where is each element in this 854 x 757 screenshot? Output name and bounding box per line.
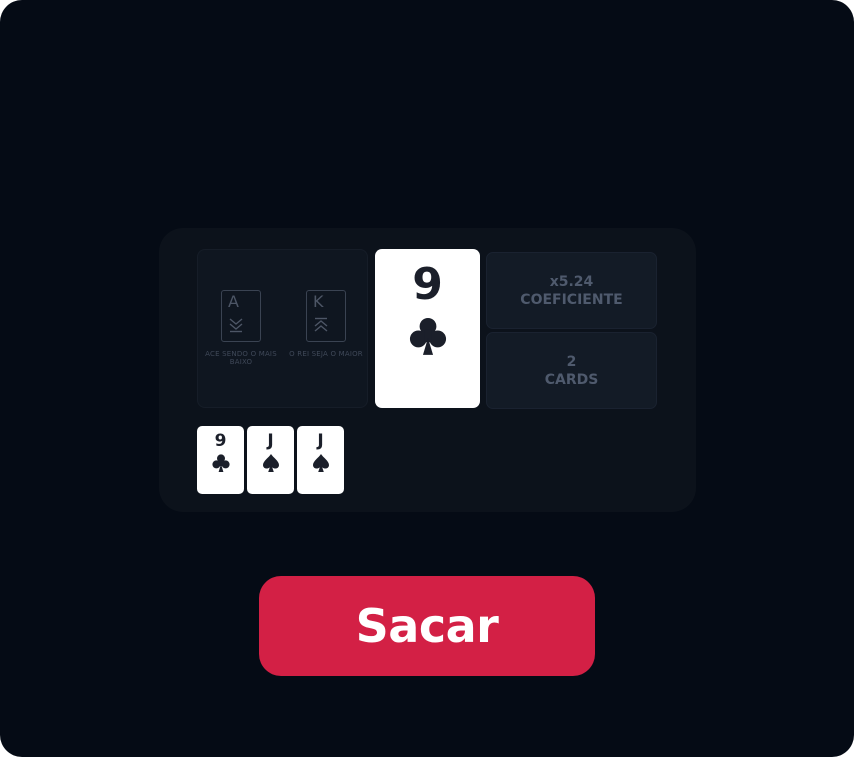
game-screen: A ACE SENDO O MAIS BAIXO K O REI SEJA O … xyxy=(0,0,854,757)
cards-count-label: CARDS xyxy=(544,372,599,388)
cards-count-box: 2 CARDS xyxy=(486,332,657,409)
history-card: J xyxy=(247,426,294,494)
current-card: 9 xyxy=(375,249,480,408)
cards-count-value: 2 xyxy=(566,354,577,370)
king-hint-caption: O REI SEJA O MAIOR xyxy=(289,350,363,358)
spade-icon xyxy=(312,454,329,472)
ace-hint-caption: ACE SENDO O MAIS BAIXO xyxy=(205,350,277,366)
history-card-rank: 9 xyxy=(214,431,227,451)
draw-button[interactable]: Sacar xyxy=(259,576,595,676)
ace-hint-letter: A xyxy=(228,292,239,311)
ace-low-hint: A ACE SENDO O MAIS BAIXO xyxy=(201,290,281,366)
king-hint-card: K xyxy=(306,290,346,342)
double-chevron-up-icon xyxy=(314,317,328,332)
club-icon xyxy=(211,454,230,472)
history-card-rank: J xyxy=(267,431,274,451)
coefficient-value: x5.24 xyxy=(549,274,594,290)
coefficient-box: x5.24 COEFICIENTE xyxy=(486,252,657,329)
king-hint-letter: K xyxy=(313,292,324,311)
spade-icon xyxy=(262,454,279,472)
ace-hint-card: A xyxy=(221,290,261,342)
current-card-rank: 9 xyxy=(412,259,443,310)
club-icon xyxy=(409,317,446,355)
coefficient-label: COEFICIENTE xyxy=(520,292,623,308)
double-chevron-down-icon xyxy=(229,318,243,333)
king-high-hint: K O REI SEJA O MAIOR xyxy=(286,290,366,358)
hint-box: A ACE SENDO O MAIS BAIXO K O REI SEJA O … xyxy=(197,249,368,408)
history-card: J xyxy=(297,426,344,494)
history-card-rank: J xyxy=(317,431,324,451)
history-card: 9 xyxy=(197,426,244,494)
game-panel: A ACE SENDO O MAIS BAIXO K O REI SEJA O … xyxy=(159,228,696,512)
